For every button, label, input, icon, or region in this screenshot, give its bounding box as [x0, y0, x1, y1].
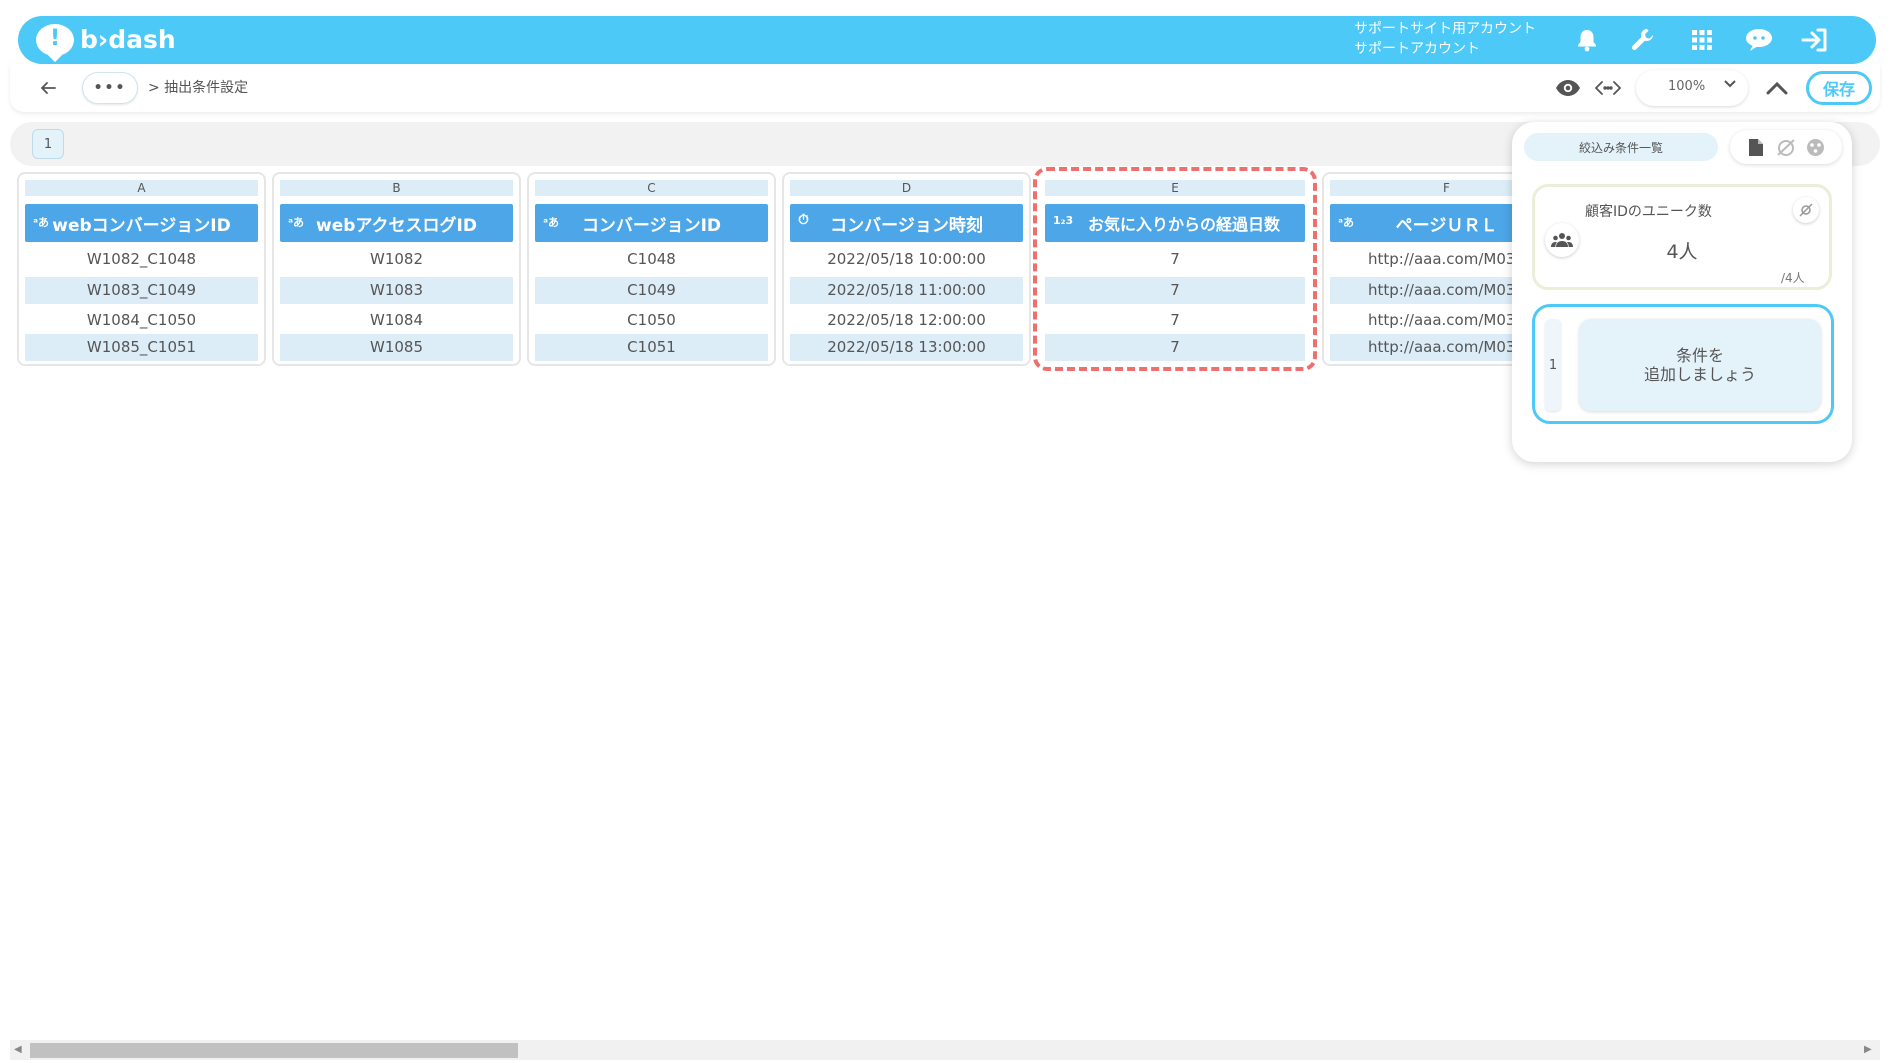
add-condition-label-1: 条件を [1675, 346, 1724, 365]
table-cell: W1082_C1048 [86, 250, 197, 268]
eye-icon[interactable] [1554, 76, 1582, 100]
logo-exclamation: ! [50, 26, 61, 51]
breadcrumb-more-button[interactable]: ••• [82, 72, 138, 104]
table-cell: W1084_C1050 [86, 311, 197, 329]
column-header[interactable]: ᵃあ コンバージョンID [535, 204, 768, 242]
logout-icon[interactable] [1798, 24, 1832, 56]
table-cell: 2022/05/18 10:00:00 [827, 250, 986, 268]
column-header[interactable]: ᵃあ webアクセスログID [280, 204, 513, 242]
text-type-icon: ᵃあ [543, 216, 560, 229]
logo-text[interactable]: b›dash [80, 24, 176, 56]
filter-list-tab[interactable]: 絞込み条件一覧 [1524, 133, 1718, 161]
arrow-left-icon[interactable] [36, 76, 60, 100]
table-cell: W1084 [369, 311, 423, 329]
bell-icon[interactable] [1570, 24, 1604, 56]
visibility-off-icon[interactable] [1793, 197, 1819, 223]
unique-count-value: 4人 [1666, 241, 1698, 263]
panel-tool-group [1730, 130, 1842, 164]
table-cell: 2022/05/18 12:00:00 [827, 311, 986, 329]
table-cell: C1051 [535, 334, 768, 361]
text-type-icon: ᵃあ [288, 216, 305, 229]
chevron-down-icon [1724, 78, 1736, 93]
condition-block: 1 条件を 追加しましょう [1532, 304, 1834, 424]
chat-bot-icon[interactable] [1742, 24, 1776, 56]
unique-count-title: 顧客IDのユニーク数 [1585, 204, 1712, 220]
apps-grid-icon[interactable] [1685, 24, 1719, 56]
table-cell: W1083_C1049 [25, 277, 258, 304]
sheet-tab-1[interactable]: 1 [32, 129, 64, 159]
wrench-icon[interactable] [1626, 24, 1660, 56]
text-type-icon: ᵃあ [33, 216, 50, 229]
account-name[interactable]: サポートサイト用アカウント [1354, 20, 1536, 38]
table-cell: W1082 [369, 250, 423, 268]
table-cell: W1083 [280, 277, 513, 304]
chevron-up-icon[interactable] [1764, 76, 1790, 100]
highlight-dashed-frame [1033, 167, 1317, 371]
text-type-icon: ᵃあ [1338, 216, 1355, 229]
account-user[interactable]: サポートアカウント [1354, 40, 1480, 58]
zoom-select[interactable]: 100% [1636, 70, 1748, 106]
scrollbar-thumb[interactable] [30, 1043, 518, 1058]
add-condition-label-2: 追加しましょう [1643, 365, 1756, 384]
hidden-toggle-icon[interactable] [1776, 138, 1796, 161]
table-cell: 2022/05/18 11:00:00 [790, 277, 1023, 304]
column-header[interactable]: ⏱ コンバージョン時刻 [790, 204, 1023, 242]
column-a[interactable]: A ᵃあ webコンバージョンID W1082_C1048 W1083_C1049… [17, 172, 266, 366]
add-condition-button[interactable]: 条件を 追加しましょう [1579, 319, 1821, 411]
scroll-left-icon[interactable]: ◀ [14, 1044, 22, 1055]
table-cell: W1085_C1051 [25, 334, 258, 361]
scroll-right-icon[interactable]: ▶ [1864, 1044, 1872, 1055]
column-letter: D [790, 180, 1023, 196]
document-icon[interactable] [1748, 138, 1764, 161]
condition-index: 1 [1545, 319, 1561, 411]
column-d[interactable]: D ⏱ コンバージョン時刻 2022/05/18 10:00:00 2022/05… [782, 172, 1031, 366]
table-cell: C1048 [627, 250, 676, 268]
column-letter: C [535, 180, 768, 196]
save-button[interactable]: 保存 [1806, 71, 1872, 105]
unique-count-total: /4人 [1781, 271, 1805, 285]
stopwatch-icon: ⏱ [798, 212, 809, 228]
column-letter: A [25, 180, 258, 196]
column-b[interactable]: B ᵃあ webアクセスログID W1082 W1083 W1084 W1085 [272, 172, 521, 366]
settings-circle-icon[interactable] [1806, 138, 1825, 161]
column-letter: B [280, 180, 513, 196]
unique-count-card: 顧客IDのユニーク数 4人 /4人 [1532, 184, 1832, 290]
code-icon[interactable] [1594, 76, 1622, 100]
zoom-value: 100% [1668, 79, 1706, 94]
column-header[interactable]: ᵃあ webコンバージョンID [25, 204, 258, 242]
column-c[interactable]: C ᵃあ コンバージョンID C1048 C1049 C1050 C1051 [527, 172, 776, 366]
table-cell: C1050 [627, 311, 676, 329]
breadcrumb-current: > 抽出条件設定 [148, 80, 249, 96]
table-cell: W1085 [280, 334, 513, 361]
table-cell: 2022/05/18 13:00:00 [790, 334, 1023, 361]
table-cell: C1049 [535, 277, 768, 304]
